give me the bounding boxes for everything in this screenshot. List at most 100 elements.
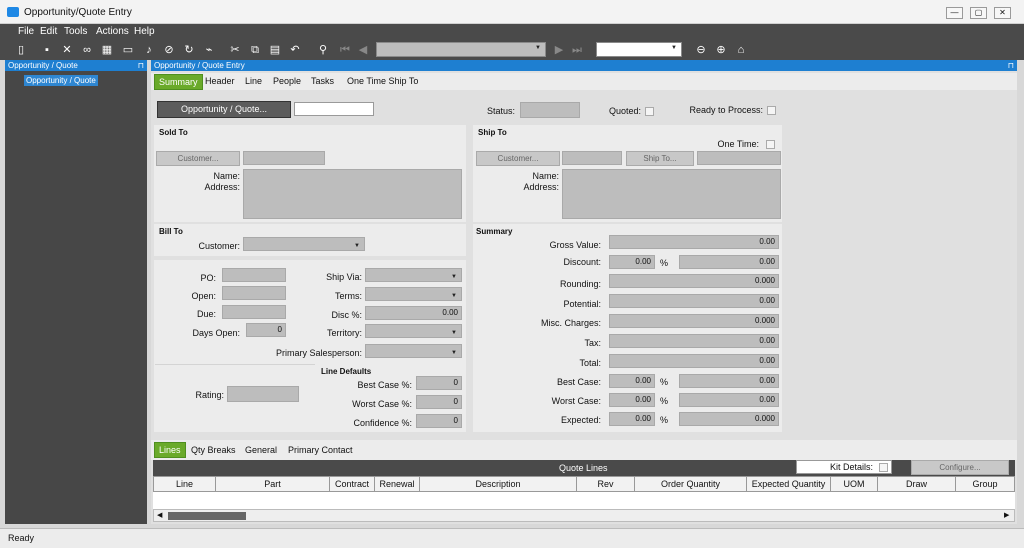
last-record-icon[interactable]: ⏭ — [570, 43, 584, 57]
tree-panel-header: Opportunity / Quote ⊓ — [5, 60, 147, 71]
tab-one-time-ship-to[interactable]: One Time Ship To — [345, 76, 420, 86]
ship-to-customer-button[interactable]: Customer... — [476, 151, 560, 166]
phone-icon[interactable]: ♪ — [142, 43, 156, 57]
quote-number-input[interactable] — [294, 102, 374, 116]
menu-file[interactable]: File — [18, 26, 34, 37]
tax-label: Tax: — [584, 338, 601, 348]
scrollbar-thumb[interactable] — [168, 512, 246, 520]
menu-edit[interactable]: Edit — [40, 26, 57, 37]
menu-help[interactable]: Help — [134, 26, 155, 37]
record-combo[interactable] — [376, 42, 546, 57]
disc-field[interactable]: 0.00 — [365, 306, 462, 320]
tab-line[interactable]: Line — [243, 76, 264, 86]
next-record-icon[interactable]: ▶ — [552, 43, 566, 57]
paste-icon[interactable]: ▤ — [268, 43, 282, 57]
refresh-icon[interactable]: ↻ — [182, 43, 196, 57]
discount-pct-sign: % — [660, 258, 669, 268]
home-icon[interactable]: ⌂ — [734, 43, 748, 57]
clear-icon[interactable]: ⌁ — [202, 43, 216, 57]
opportunity-quote-button[interactable]: Opportunity / Quote... — [157, 101, 291, 118]
pin-icon[interactable]: ⊓ — [1008, 60, 1014, 71]
save-icon[interactable]: ▪ — [40, 43, 54, 57]
pin-icon[interactable]: ⊓ — [138, 60, 144, 71]
col-renewal[interactable]: Renewal — [375, 477, 420, 492]
territory-dropdown[interactable] — [365, 324, 462, 339]
ship-via-dropdown[interactable] — [365, 268, 462, 283]
rating-field[interactable] — [227, 386, 299, 402]
menu-actions[interactable]: Actions — [96, 26, 129, 37]
misc-charges-label: Misc. Charges: — [540, 318, 601, 328]
ship-to-button[interactable]: Ship To... — [626, 151, 694, 166]
best-case-field[interactable]: 0 — [416, 376, 462, 390]
col-description[interactable]: Description — [420, 477, 577, 492]
main-tabs: Summary Header Line People Tasks One Tim… — [151, 73, 1017, 90]
tree-item-opportunity[interactable]: Opportunity / Quote — [24, 75, 98, 86]
quick-search-combo[interactable] — [596, 42, 682, 57]
tab-primary-contact[interactable]: Primary Contact — [286, 445, 355, 455]
quoted-label: Quoted: — [608, 106, 641, 116]
open-date-field[interactable] — [222, 286, 286, 300]
cut-icon[interactable]: ✂ — [228, 43, 242, 57]
tab-qty-breaks[interactable]: Qty Breaks — [189, 445, 238, 455]
forward-icon[interactable]: ⊕ — [714, 43, 728, 57]
discount-value-field: 0.00 — [679, 255, 779, 269]
tab-lines[interactable]: Lines — [154, 442, 186, 458]
col-uom[interactable]: UOM — [831, 477, 878, 492]
toolbar: ▯ ▪ ✕ ∞ ▦ ▭ ♪ ⊘ ↻ ⌁ ✂ ⧉ ▤ ↶ ⚲ ⏮ ◀ ▶ ⏭ ⊖ … — [0, 40, 1024, 60]
ready-to-process-label: Ready to Process: — [689, 105, 763, 115]
col-order-quantity[interactable]: Order Quantity — [635, 477, 747, 492]
binoculars-icon[interactable]: ∞ — [80, 43, 94, 57]
grid-body[interactable] — [153, 492, 1015, 509]
menu-tools[interactable]: Tools — [64, 26, 87, 37]
tab-tasks[interactable]: Tasks — [309, 76, 336, 86]
minimize-button[interactable]: — — [946, 7, 963, 19]
tab-people[interactable]: People — [271, 76, 303, 86]
tab-header[interactable]: Header — [203, 76, 237, 86]
scroll-right-icon[interactable]: ▶ — [1004, 511, 1009, 519]
worst-case-field[interactable]: 0 — [416, 395, 462, 409]
tab-general[interactable]: General — [243, 445, 279, 455]
po-field[interactable] — [222, 268, 286, 282]
col-group[interactable]: Group — [956, 477, 1014, 492]
ready-to-process-checkbox[interactable] — [767, 106, 776, 115]
delete-icon[interactable]: ✕ — [60, 43, 74, 57]
tab-summary[interactable]: Summary — [154, 74, 203, 90]
copy-icon[interactable]: ⧉ — [248, 43, 262, 57]
col-expected-quantity[interactable]: Expected Quantity — [747, 477, 831, 492]
sold-to-customer-button[interactable]: Customer... — [156, 151, 240, 166]
confidence-label: Confidence %: — [353, 418, 412, 428]
primary-salesperson-dropdown[interactable] — [365, 344, 462, 359]
rounding-label: Rounding: — [559, 279, 601, 289]
new-icon[interactable]: ▯ — [14, 43, 28, 57]
col-rev[interactable]: Rev — [577, 477, 635, 492]
back-icon[interactable]: ⊖ — [694, 43, 708, 57]
quote-lines-header-bar: Quote Lines Kit Details: Configure... — [153, 460, 1015, 476]
col-part[interactable]: Part — [216, 477, 330, 492]
close-button[interactable]: ✕ — [994, 7, 1011, 19]
scroll-left-icon[interactable]: ◀ — [157, 511, 162, 519]
quote-lines-title: Quote Lines — [559, 463, 608, 473]
due-date-field[interactable] — [222, 305, 286, 319]
first-record-icon[interactable]: ⏮ — [338, 43, 352, 57]
territory-label: Territory: — [326, 328, 362, 338]
configure-button[interactable]: Configure... — [911, 460, 1009, 475]
col-line[interactable]: Line — [154, 477, 216, 492]
col-contract[interactable]: Contract — [330, 477, 375, 492]
grid-icon[interactable]: ▦ — [100, 43, 114, 57]
confidence-field[interactable]: 0 — [416, 414, 462, 428]
quoted-checkbox[interactable] — [645, 107, 654, 116]
terms-dropdown[interactable] — [365, 287, 462, 302]
col-draw[interactable]: Draw — [878, 477, 956, 492]
previous-record-icon[interactable]: ◀ — [356, 43, 370, 57]
bill-to-customer-dropdown[interactable] — [243, 237, 365, 252]
grid-horizontal-scrollbar[interactable]: ◀ ▶ — [153, 509, 1015, 522]
undo-icon[interactable]: ↶ — [288, 43, 302, 57]
maximize-button[interactable]: ▢ — [970, 7, 987, 19]
kit-details-checkbox[interactable] — [879, 463, 888, 472]
attach-icon[interactable]: ⊘ — [162, 43, 176, 57]
note-icon[interactable]: ▭ — [121, 43, 135, 57]
search-icon[interactable]: ⚲ — [316, 43, 330, 57]
one-time-checkbox[interactable] — [766, 140, 775, 149]
grid-column-headers: Line Part Contract Renewal Description R… — [153, 476, 1015, 492]
potential-label: Potential: — [563, 299, 601, 309]
